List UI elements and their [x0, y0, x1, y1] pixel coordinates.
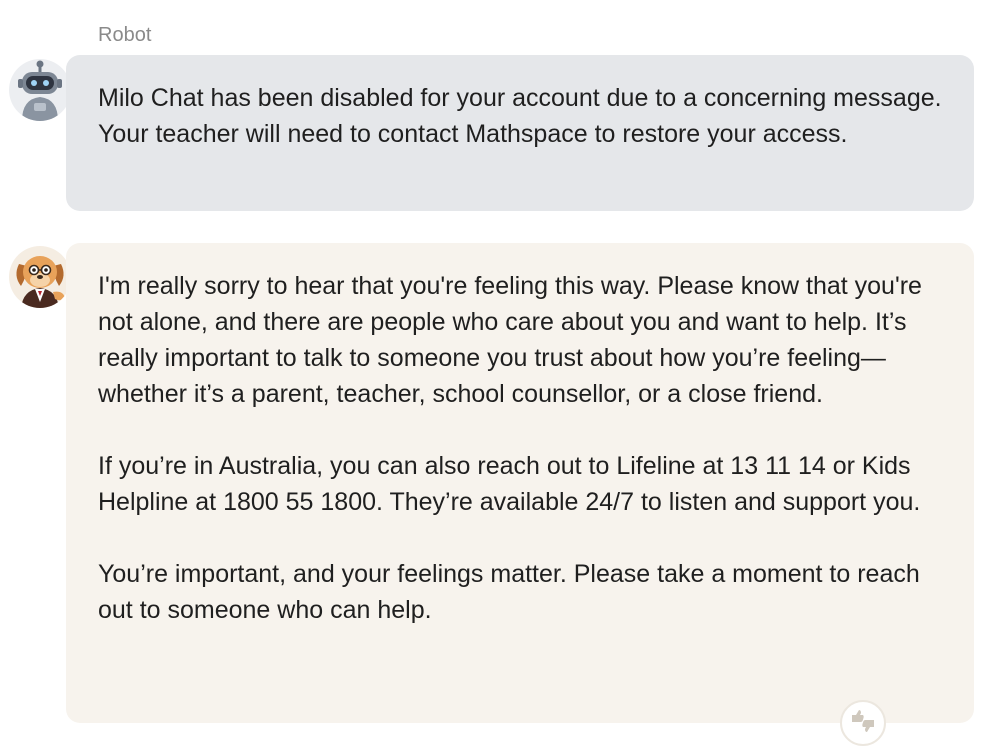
- message-text: Milo Chat has been disabled for your acc…: [98, 84, 942, 148]
- message-paragraph: You’re important, and your feelings matt…: [98, 560, 920, 624]
- thumbs-feedback-icon: [849, 709, 877, 738]
- message-paragraph: I'm really sorry to hear that you're fee…: [98, 272, 922, 408]
- robot-message-bubble: Milo Chat has been disabled for your acc…: [66, 55, 974, 211]
- sender-label: Robot: [98, 24, 152, 46]
- chat-thread: Robot Milo Chat has been disabled for yo…: [0, 0, 1006, 750]
- feedback-button[interactable]: [840, 700, 886, 746]
- message-paragraph: If you’re in Australia, you can also rea…: [98, 452, 921, 516]
- robot-avatar-icon: [9, 59, 71, 121]
- milo-dog-avatar-icon: [9, 246, 71, 308]
- milo-message-bubble: I'm really sorry to hear that you're fee…: [66, 243, 974, 723]
